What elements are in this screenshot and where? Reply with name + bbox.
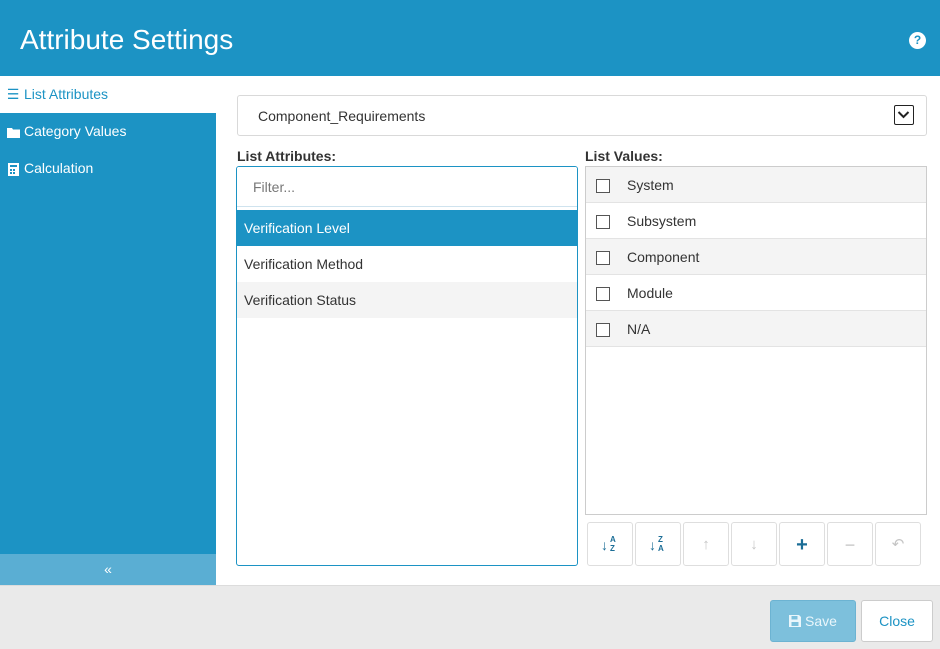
filter-input[interactable]	[237, 167, 577, 207]
sidebar-item-list-attributes[interactable]: ☰ List Attributes	[0, 76, 216, 113]
save-button[interactable]: Save	[770, 600, 856, 642]
sidebar-item-label: Category Values	[24, 123, 127, 139]
sort-ascending-button[interactable]: ↓ A Z	[587, 522, 633, 566]
list-icon: ☰	[6, 86, 20, 102]
add-value-button[interactable]: +	[779, 522, 825, 566]
list-values-label: List Values:	[585, 148, 663, 164]
chevron-down-icon[interactable]	[894, 105, 914, 125]
list-attributes-label: List Attributes:	[237, 148, 337, 164]
attribute-source-dropdown[interactable]: Component_Requirements	[237, 95, 927, 136]
add-icon: +	[796, 534, 808, 556]
folder-icon	[6, 113, 20, 150]
value-list-item[interactable]: Subsystem	[586, 203, 926, 239]
value-list-item[interactable]: Module	[586, 275, 926, 311]
value-label: N/A	[627, 321, 651, 337]
undo-icon: ↶	[891, 536, 905, 553]
value-label: Component	[627, 249, 700, 265]
values-toolbar: ↓ A Z ↓ Z A ↑ ↓ + − ↶	[585, 522, 927, 566]
sidebar-item-category-values[interactable]: Category Values	[0, 113, 216, 150]
close-button[interactable]: Close	[861, 600, 933, 642]
dialog-title: Attribute Settings	[20, 24, 234, 55]
floppy-disk-icon	[789, 613, 805, 629]
attribute-list-item[interactable]: Verification Status	[237, 282, 577, 318]
value-label: System	[627, 177, 674, 193]
remove-icon: −	[844, 535, 856, 555]
undo-button[interactable]: ↶	[875, 522, 921, 566]
sidebar-item-label: List Attributes	[24, 86, 109, 102]
sort-descending-icon: ↓ Z A	[649, 535, 664, 554]
move-up-icon: ↑	[702, 536, 710, 553]
move-down-button[interactable]: ↓	[731, 522, 777, 566]
attribute-list-item[interactable]: Verification Level	[237, 210, 577, 246]
value-label: Subsystem	[627, 213, 697, 229]
move-down-icon: ↓	[750, 536, 758, 553]
save-label: Save	[804, 613, 837, 629]
dialog-header: Attribute Settings ?	[0, 0, 940, 76]
value-checkbox[interactable]	[596, 323, 610, 337]
attribute-settings-dialog: Attribute Settings ? ☰ List Attributes C…	[0, 0, 940, 649]
list-attributes-panel: Verification Level Verification Method V…	[236, 166, 578, 566]
value-checkbox[interactable]	[596, 179, 610, 193]
sidebar-item-label: Calculation	[24, 160, 94, 176]
sort-ascending-icon: ↓ A Z	[601, 535, 616, 554]
sidebar-collapse-button[interactable]: «	[0, 554, 216, 585]
value-checkbox[interactable]	[596, 215, 610, 229]
value-list-item[interactable]: Component	[586, 239, 926, 275]
sidebar-item-calculation[interactable]: Calculation	[0, 150, 216, 187]
sidebar: ☰ List Attributes Category Values Calcul…	[0, 76, 216, 585]
remove-value-button[interactable]: −	[827, 522, 873, 566]
calculator-icon	[6, 150, 20, 187]
sort-descending-button[interactable]: ↓ Z A	[635, 522, 681, 566]
help-icon[interactable]: ?	[909, 32, 926, 49]
list-values-panel: System Subsystem Component Module N/A	[585, 166, 927, 515]
value-label: Module	[627, 285, 673, 301]
dropdown-value: Component_Requirements	[258, 108, 426, 124]
value-list-item[interactable]: System	[586, 167, 926, 203]
value-list-item[interactable]: N/A	[586, 311, 926, 347]
move-up-button[interactable]: ↑	[683, 522, 729, 566]
attribute-list-item[interactable]: Verification Method	[237, 246, 577, 282]
value-checkbox[interactable]	[596, 251, 610, 265]
value-checkbox[interactable]	[596, 287, 610, 301]
